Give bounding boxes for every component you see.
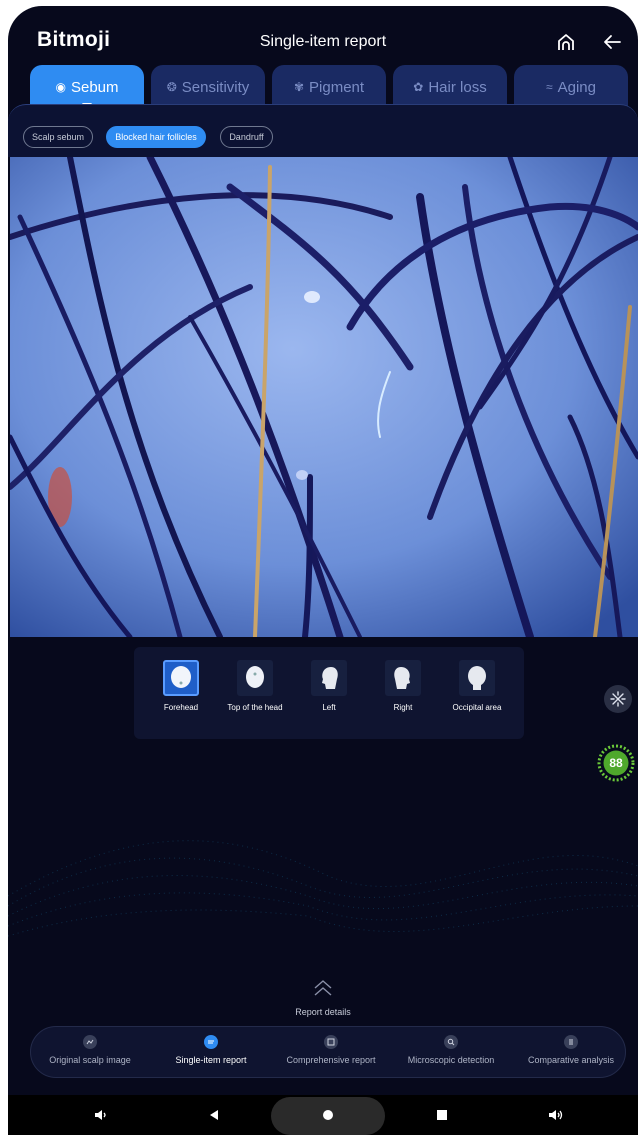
score-badge: 88 (597, 744, 635, 782)
nav-label: Original scalp image (49, 1055, 131, 1065)
chevron-up-icon (314, 980, 332, 996)
nav-label: Comparative analysis (527, 1055, 615, 1065)
chip-blocked-hair-follicles[interactable]: Blocked hair follicles (106, 126, 206, 148)
arrow-left-icon[interactable] (600, 30, 624, 54)
tab-label: Sebum (70, 78, 119, 96)
position-label: Forehead (163, 703, 199, 712)
sparkle-tool-icon[interactable] (604, 685, 632, 713)
position-label: Right (393, 703, 413, 712)
system-nav-bar (8, 1095, 638, 1135)
tab-aging[interactable]: ≈ Aging (514, 65, 628, 109)
head-left-icon (311, 660, 347, 696)
device-screen: Bitmoji Single-item report ◉ Sebum ❂ Sen… (8, 6, 638, 1135)
tab-hair-loss[interactable]: ✿ Hair loss (393, 65, 507, 109)
chip-scalp-sebum[interactable]: Scalp sebum (23, 126, 93, 148)
bottom-nav: Original scalp image Single-item report … (30, 1026, 626, 1078)
nav-microscopic-detection[interactable]: Microscopic detection (401, 1035, 501, 1065)
head-front-icon (163, 660, 199, 696)
head-back-icon (459, 660, 495, 696)
tab-sensitivity[interactable]: ❂ Sensitivity (151, 65, 265, 109)
category-tabs: ◉ Sebum ❂ Sensitivity ✾ Pigment ✿ Hair l… (30, 65, 638, 109)
tab-pigment[interactable]: ✾ Pigment (272, 65, 386, 109)
tab-label: Aging (557, 78, 596, 96)
tab-label: Hair loss (428, 78, 487, 96)
nav-label: Microscopic detection (407, 1055, 495, 1065)
head-right-icon (385, 660, 421, 696)
image-icon (83, 1035, 97, 1049)
recents-square-icon[interactable] (432, 1105, 452, 1125)
report-icon (204, 1035, 218, 1049)
head-top-icon (237, 660, 273, 696)
back-triangle-icon[interactable] (204, 1105, 224, 1125)
nav-label: Single-item report (175, 1055, 247, 1065)
volume-up-icon[interactable] (546, 1105, 566, 1125)
volume-down-icon[interactable] (91, 1105, 111, 1125)
position-right[interactable]: Right (368, 660, 438, 712)
position-left[interactable]: Left (294, 660, 364, 712)
position-top-of-head[interactable]: Top of the head (220, 660, 290, 712)
nav-original-scalp-image[interactable]: Original scalp image (41, 1035, 139, 1065)
position-forehead[interactable]: Forehead (146, 660, 216, 712)
position-label: Top of the head (227, 703, 283, 712)
subtab-panel: Scalp sebum Blocked hair follicles Dandr… (8, 104, 638, 157)
home-circle-icon[interactable] (318, 1105, 338, 1125)
nav-single-item-report[interactable]: Single-item report (161, 1035, 261, 1065)
sensitivity-icon: ❂ (166, 80, 177, 94)
report-details-toggle[interactable]: Report details (8, 977, 638, 1017)
position-selector: Forehead Top of the head Left Right Occi… (134, 647, 524, 739)
hair-loss-icon: ✿ (413, 80, 424, 94)
page-title: Single-item report (259, 33, 387, 50)
comprehensive-icon (324, 1035, 338, 1049)
aging-icon: ≈ (546, 80, 553, 94)
tab-label: Sensitivity (181, 78, 250, 96)
tab-sebum[interactable]: ◉ Sebum (30, 65, 144, 109)
nav-label: Comprehensive report (286, 1055, 376, 1065)
report-details-label: Report details (295, 1007, 351, 1017)
sebum-icon: ◉ (55, 80, 66, 94)
microscope-image (10, 157, 638, 637)
nav-comprehensive-report[interactable]: Comprehensive report (279, 1035, 383, 1065)
position-label: Occipital area (452, 703, 502, 712)
score-value: 88 (609, 756, 623, 770)
home-icon[interactable] (554, 30, 578, 54)
microscope-icon (444, 1035, 458, 1049)
top-bar: Bitmoji Single-item report (8, 6, 638, 70)
nav-comparative-analysis[interactable]: Comparative analysis (521, 1035, 621, 1065)
position-occipital-area[interactable]: Occipital area (442, 660, 512, 712)
tab-label: Pigment (309, 78, 365, 96)
position-label: Left (322, 703, 336, 712)
compare-icon (564, 1035, 578, 1049)
pigment-icon: ✾ (293, 80, 305, 94)
chip-dandruff[interactable]: Dandruff (220, 126, 273, 148)
